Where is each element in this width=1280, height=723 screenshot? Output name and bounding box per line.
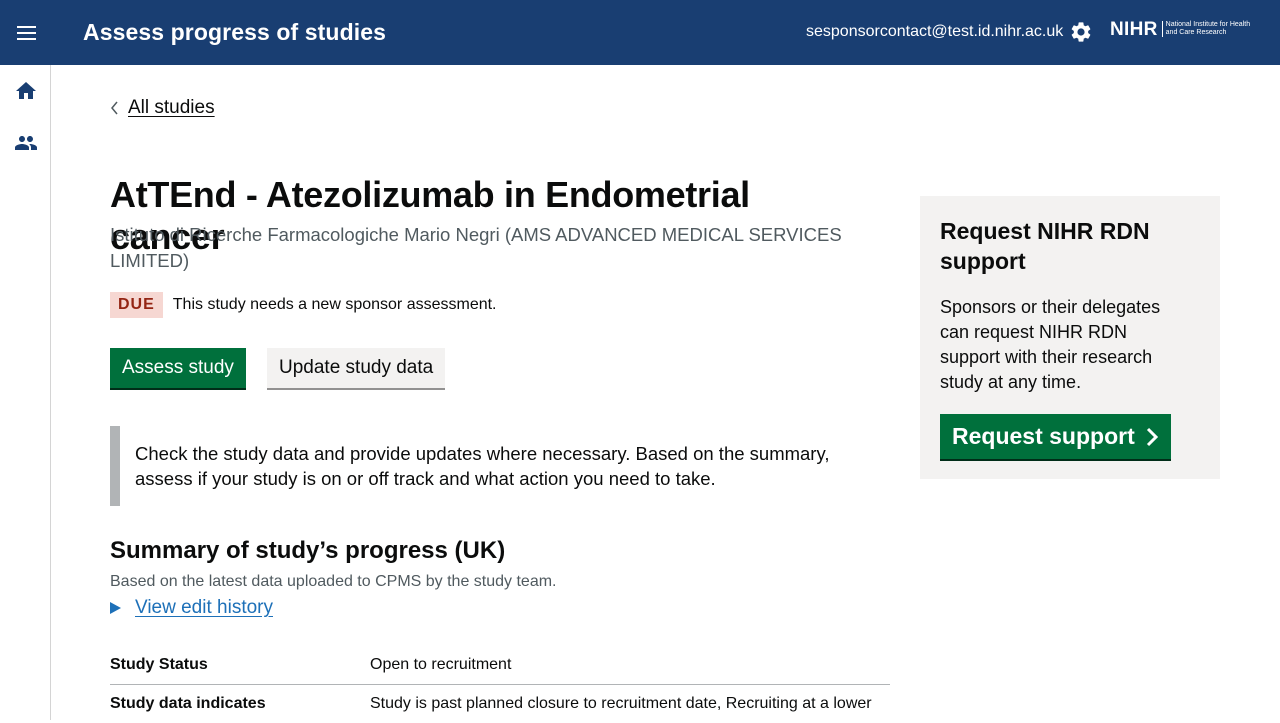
status-row: DUE This study needs a new sponsor asses… — [110, 292, 497, 318]
row-value: Study is past planned closure to recruit… — [370, 695, 872, 712]
status-message: This study needs a new sponsor assessmen… — [172, 296, 497, 313]
gear-icon[interactable] — [1069, 20, 1093, 44]
support-body: Sponsors or their delegates can request … — [940, 297, 1161, 392]
row-key: Study data indicates — [110, 695, 266, 712]
top-header: Assess progress of studies sesponsorcont… — [0, 0, 1280, 65]
users-icon[interactable] — [14, 131, 38, 155]
back-link[interactable]: All studies — [110, 97, 215, 119]
nihr-logo-subtitle: National Institute for Health and Care R… — [1161, 21, 1258, 37]
table-row: Study Status Open to recruitment — [110, 646, 890, 685]
side-navigation — [0, 65, 51, 720]
user-email: sesponsorcontact@test.id.nihr.ac.uk — [806, 23, 1064, 40]
inset-text: Check the study data and provide updates… — [110, 426, 860, 506]
summary-subheading: Based on the latest data uploaded to CPM… — [110, 573, 557, 590]
back-link-label[interactable]: All studies — [128, 97, 215, 119]
support-panel: Request NIHR RDN support Sponsors or the… — [920, 196, 1220, 479]
update-study-data-button[interactable]: Update study data — [267, 348, 446, 388]
support-heading: Request NIHR RDN support — [940, 218, 1150, 274]
row-value: Open to recruitment — [370, 656, 512, 673]
nihr-logo[interactable]: NIHR National Institute for Health and C… — [1110, 19, 1258, 41]
status-badge: DUE — [110, 292, 163, 318]
menu-icon[interactable] — [14, 20, 40, 46]
row-key: Study Status — [110, 656, 208, 673]
chevron-right-icon — [1146, 427, 1158, 446]
sponsor-name: Istituto di Ricerche Farmacologiche Mari… — [110, 224, 842, 271]
triangle-right-icon — [110, 602, 121, 614]
table-row: Study data indicates Study is past plann… — [110, 685, 890, 723]
chevron-left-icon — [111, 101, 118, 115]
summary-table: Study Status Open to recruitment Study d… — [110, 646, 890, 723]
view-edit-history-label[interactable]: View edit history — [135, 597, 273, 619]
request-support-button[interactable]: Request support — [940, 414, 1171, 459]
app-title[interactable]: Assess progress of studies — [83, 19, 386, 46]
request-support-label: Request support — [952, 423, 1135, 449]
summary-heading: Summary of study’s progress (UK) — [110, 537, 506, 564]
home-icon[interactable] — [14, 79, 38, 103]
assess-study-button[interactable]: Assess study — [110, 348, 246, 388]
view-edit-history-toggle[interactable]: View edit history — [110, 597, 273, 619]
nihr-logo-word: NIHR — [1110, 19, 1158, 40]
